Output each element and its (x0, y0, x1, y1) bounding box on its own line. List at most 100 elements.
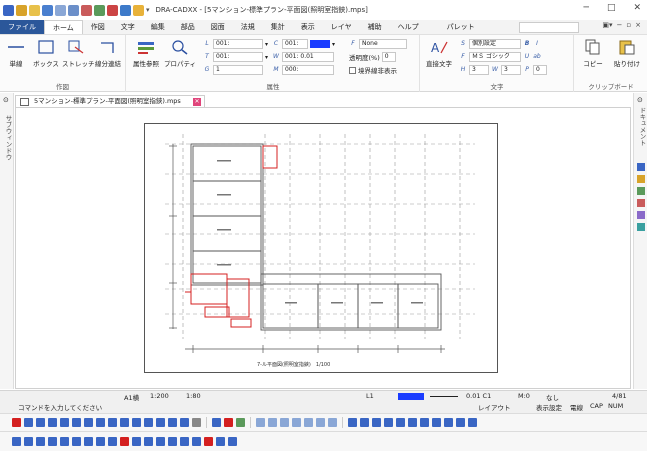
property-ref-button[interactable]: 属性参照 (131, 39, 161, 68)
snap-center-icon[interactable] (60, 418, 69, 427)
view-grid-icon[interactable] (456, 418, 465, 427)
cmd-dim-icon[interactable] (84, 437, 93, 446)
menu-layer[interactable]: レイヤ (323, 20, 360, 34)
menu-draw[interactable]: 作図 (83, 20, 113, 34)
snap-polar-icon[interactable] (156, 418, 165, 427)
delete-icon[interactable] (107, 4, 118, 16)
single-line-button[interactable]: 単線 (4, 39, 28, 68)
measure-icon[interactable] (212, 418, 221, 427)
cmd-list-icon[interactable] (132, 437, 141, 446)
redo-icon[interactable] (94, 4, 105, 16)
menu-home[interactable]: ホーム (44, 20, 83, 34)
view-link-icon[interactable] (432, 418, 441, 427)
save-icon[interactable] (42, 4, 53, 16)
hatch-field[interactable]: None (359, 39, 407, 49)
pin-icon[interactable]: ⊙ (3, 96, 9, 104)
ribbon-close-icon[interactable]: × (635, 21, 641, 29)
snap-near-icon[interactable] (96, 418, 105, 427)
menu-edit[interactable]: 編集 (143, 20, 173, 34)
view-box-icon[interactable] (372, 418, 381, 427)
cmd-stamp-icon[interactable] (216, 437, 225, 446)
settings-icon[interactable] (133, 4, 144, 16)
snap-off-icon[interactable] (192, 418, 201, 427)
group-field[interactable]: 1 (213, 65, 263, 75)
view-fit-icon[interactable] (348, 418, 357, 427)
input-rx-icon[interactable] (292, 418, 301, 427)
menu-help[interactable]: ヘルプ (390, 20, 427, 34)
doc-layer-icon[interactable] (637, 187, 645, 195)
doc-tool-icon[interactable] (637, 163, 645, 171)
color-dropdown-icon[interactable]: ▾ (332, 41, 335, 48)
linetype-dropdown-icon[interactable]: ▾ (265, 54, 268, 61)
cmd-diamond-icon[interactable] (96, 437, 105, 446)
drawing-canvas[interactable]: 7-ル平面図(照明室指鋏) 1/100 (15, 107, 631, 389)
cmd-user-icon[interactable] (204, 437, 213, 446)
underline-icon[interactable]: U (523, 53, 531, 61)
copy-button[interactable]: コピー (579, 39, 607, 68)
print-icon[interactable] (55, 4, 66, 16)
view-text-icon[interactable] (360, 418, 369, 427)
ribbon-display-icon[interactable]: ▣▾ (602, 21, 612, 29)
menu-palette[interactable]: パレット (439, 20, 483, 34)
view-dim-icon[interactable] (384, 418, 393, 427)
layer-code-label[interactable]: L1 (366, 392, 374, 400)
layer-dropdown-icon[interactable]: ▾ (265, 41, 268, 48)
cmd-sheet-icon[interactable] (144, 437, 153, 446)
cmd-table-icon[interactable] (108, 437, 117, 446)
display-setting-label[interactable]: 表示設定 (536, 402, 562, 412)
doc-folder-icon[interactable] (637, 175, 645, 183)
mode-label[interactable]: M:0 (518, 392, 530, 400)
sub-window-strip[interactable]: ⊙ サブウィンドウ (0, 93, 14, 389)
cmd-export-icon[interactable] (228, 437, 237, 446)
input-y-icon[interactable] (268, 418, 277, 427)
favorite-icon[interactable] (224, 418, 233, 427)
cmd-room-icon[interactable] (192, 437, 201, 446)
cmd-frame-icon[interactable] (24, 437, 33, 446)
line-join-button[interactable]: 線分連結 (92, 39, 124, 68)
snap-perp-icon[interactable] (72, 418, 81, 427)
layout-label[interactable]: レイアウト (478, 402, 511, 412)
menu-assist[interactable]: 補助 (360, 20, 390, 34)
doc-parts-icon[interactable] (637, 199, 645, 207)
snap-tangent-icon[interactable] (84, 418, 93, 427)
font-field[interactable]: ＭＳ ゴシック (469, 52, 521, 62)
cmd-plan-icon[interactable] (180, 437, 189, 446)
snap-track-icon[interactable] (168, 418, 177, 427)
menu-parts[interactable]: 部品 (173, 20, 203, 34)
input-rxy-icon[interactable] (316, 418, 325, 427)
minimize-button[interactable]: ─ (584, 3, 589, 13)
snap-point-icon[interactable] (12, 418, 21, 427)
cmd-layout-icon[interactable] (168, 437, 177, 446)
doc-view-icon[interactable] (637, 211, 645, 219)
snap-end-icon[interactable] (24, 418, 33, 427)
linetype-field[interactable]: 001: (213, 52, 263, 62)
input-x-icon[interactable] (256, 418, 265, 427)
paste-button[interactable]: 貼り付け (611, 39, 643, 68)
color-field[interactable]: 001: (282, 39, 308, 49)
mode-field[interactable]: 000: (282, 65, 334, 75)
boundary-checkbox[interactable] (349, 66, 356, 74)
snap-offset-icon[interactable] (132, 418, 141, 427)
width-field[interactable]: 001: 0.01 (282, 52, 334, 62)
menu-drawing[interactable]: 図面 (203, 20, 233, 34)
close-button[interactable]: ✕ (633, 3, 641, 13)
new-file-icon[interactable] (16, 4, 27, 16)
snap-mid-icon[interactable] (36, 418, 45, 427)
menu-text[interactable]: 文字 (113, 20, 143, 34)
palette-dropdown[interactable] (519, 22, 579, 33)
snap-cross-icon[interactable] (48, 418, 57, 427)
view-hatch-icon[interactable] (408, 418, 417, 427)
document-tab-close-icon[interactable]: ✕ (193, 98, 201, 106)
strike-icon[interactable]: ab (533, 53, 541, 61)
line-type-label[interactable]: 0.01 C1 (466, 392, 491, 400)
grid-label[interactable]: 電線 (570, 402, 583, 412)
preview-icon[interactable] (68, 4, 79, 16)
coordinate-icon[interactable] (236, 418, 245, 427)
cmd-rect-icon[interactable] (36, 437, 45, 446)
snap-free-icon[interactable] (180, 418, 189, 427)
snap-grid-icon[interactable] (108, 418, 117, 427)
document-tab[interactable]: 5マンション-標準プラン-平面図(照明室指鋏).mps ✕ (15, 95, 205, 107)
ribbon-minimize-icon[interactable]: − (617, 21, 623, 29)
cmd-mark-icon[interactable] (120, 437, 129, 446)
text-height-field[interactable]: 3 (469, 65, 489, 75)
